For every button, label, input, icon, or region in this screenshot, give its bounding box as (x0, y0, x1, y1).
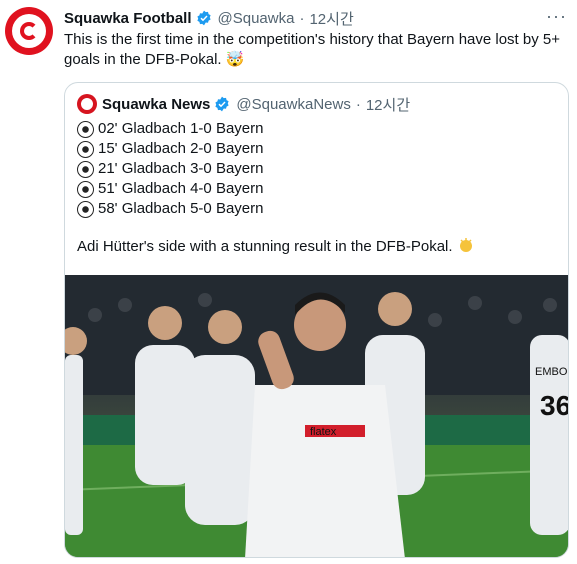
football-icon (77, 160, 94, 178)
goal-line: 58' Gladbach 5-0 Bayern (77, 199, 263, 219)
goal-line: 21' Gladbach 3-0 Bayern (77, 159, 263, 179)
verified-badge-icon (196, 10, 212, 26)
quoted-tweet[interactable]: Squawka News @SquawkaNews · 12시간 02' Gla… (64, 82, 569, 558)
football-icon (77, 200, 94, 218)
squawka-logo-icon (12, 14, 46, 48)
quote-description: Adi Hütter's side with a stunning result… (77, 237, 475, 257)
goal-line: 15' Gladbach 2-0 Bayern (77, 139, 263, 159)
squawka-news-avatar (77, 94, 97, 114)
clapping-hands-icon (457, 237, 475, 253)
goal-list: 02' Gladbach 1-0 Bayern 15' Gladbach 2-0… (77, 119, 263, 219)
goal-line: 51' Gladbach 4-0 Bayern (77, 179, 263, 199)
verified-badge-icon (214, 96, 230, 112)
sponsor-text: flatex (310, 426, 337, 438)
goal-line: 02' Gladbach 1-0 Bayern (77, 119, 263, 139)
football-icon (77, 140, 94, 158)
tweet-time[interactable]: 12시간 (309, 8, 353, 29)
quote-time: 12시간 (365, 96, 411, 114)
quote-author-name: Squawka News (102, 95, 211, 113)
quote-header: Squawka News @SquawkaNews · 12시간 (77, 94, 410, 114)
separator-dot: · (299, 9, 305, 27)
celebration-image: flatex EMBO 36 (65, 275, 569, 557)
squawka-avatar[interactable] (5, 7, 53, 55)
match-photo[interactable]: flatex EMBO 36 (65, 275, 569, 557)
jersey-number: 36 (540, 390, 569, 421)
author-name[interactable]: Squawka Football (64, 10, 192, 27)
football-icon (77, 180, 94, 198)
more-icon[interactable]: ··· (546, 6, 567, 27)
separator-dot: · (355, 95, 361, 113)
tweet-header: Squawka Football @Squawka · 12시간 ··· (64, 6, 567, 29)
author-handle[interactable]: @Squawka (218, 10, 295, 27)
tweet-text: This is the first time in the competitio… (64, 31, 561, 68)
jersey-name: EMBO (535, 366, 568, 378)
football-icon (77, 120, 94, 138)
quote-author-handle: @SquawkaNews (236, 95, 351, 113)
